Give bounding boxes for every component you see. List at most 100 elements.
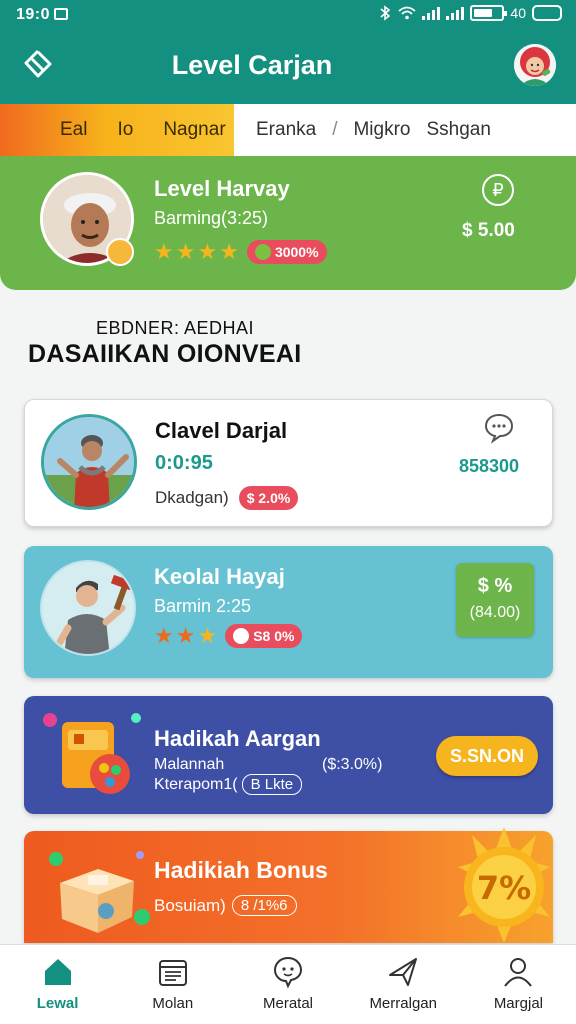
reward-card[interactable]: Hadikah Aargan Malannah Kterapom1( B Lkt… (24, 696, 553, 814)
bluetooth-icon (380, 5, 391, 21)
bonus-box-illustration-icon (49, 851, 150, 933)
star-icon: ★ (175, 623, 196, 648)
home-icon (44, 959, 71, 985)
section-heading: DASAIIKAN OIONVEAI (28, 340, 302, 368)
nav-item-chat[interactable]: Meratal (230, 945, 345, 1024)
card-badge-text: S8 0% (253, 628, 295, 644)
category-item[interactable]: Eal (60, 119, 87, 141)
category-item[interactable]: Migkro (353, 119, 410, 141)
card-discount-badge: $ 2.0% (238, 486, 299, 510)
gift-box-illustration-icon (43, 713, 141, 794)
category-highlight: Eal Io Nagnar (0, 104, 234, 156)
battery-outline-icon (532, 5, 562, 21)
card-subtitle: Bosuiam) (154, 895, 226, 915)
nav-label: Merralgan (369, 995, 437, 1012)
category-separator: / (332, 119, 338, 140)
category-list: Eranka / Migkro Sshgan (234, 104, 576, 156)
star-icon: ★ (197, 239, 218, 264)
card-amount: 858300 (459, 456, 520, 476)
worker-illustration-icon (42, 562, 134, 654)
page-title: Level Carjan (171, 50, 333, 80)
card-discount-badge: S8 0% (225, 624, 303, 648)
wifi-icon (398, 6, 417, 20)
bottom-nav: Lewal Molan Meratal Merralgan Margjal (0, 944, 576, 1024)
battery-icon (470, 5, 508, 21)
card-tag: B Lkte (241, 774, 303, 795)
category-item[interactable]: Eranka (256, 119, 316, 141)
nav-label: Meratal (262, 995, 314, 1012)
card-photo (41, 414, 137, 510)
nav-item-home[interactable]: Lewal (0, 945, 115, 1024)
status-bar: 19:0 40 (0, 0, 576, 30)
profile-price: $ 5.00 (462, 220, 515, 241)
sun-badge-label: 7% (477, 869, 531, 907)
price-box-top: $ % (477, 575, 513, 597)
star-icon: ★ (197, 623, 218, 648)
profile-rating: ★ ★ ★ ★ 3000% (154, 240, 327, 264)
card-title: Clavel Darjal (155, 418, 288, 443)
profile-card[interactable]: Level Harvay Barming(3:25) ★ ★ ★ ★ 3000%… (0, 156, 576, 290)
sun-badge-icon[interactable]: 7% (412, 827, 552, 943)
card-rating: ★ ★ ★ S8 0% (154, 623, 303, 648)
card-line-2-text: Kterapom1( (154, 775, 238, 793)
price-box-bottom: (84.00) (469, 604, 521, 621)
card-title: Hadikiah Bonus (154, 857, 328, 883)
flower-icon (233, 628, 250, 644)
coin-icon[interactable]: ₽ (482, 174, 514, 206)
nav-label: Lewal (36, 995, 79, 1012)
star-icon: ★ (175, 239, 196, 264)
signal-icon (422, 6, 441, 20)
card-subtitle: Dkadgan) (155, 488, 229, 507)
star-icon: ★ (154, 623, 174, 648)
notification-icon (54, 8, 69, 20)
card-line-2: Kterapom1( B Lkte (154, 774, 303, 795)
claim-button[interactable]: S.SN.ON (436, 736, 538, 776)
person-photo-icon (44, 417, 134, 507)
nav-item-profile[interactable]: Margjal (461, 945, 576, 1024)
app-header: 19:0 40 Level Carjan (0, 0, 576, 104)
profile-icon (504, 958, 533, 987)
nav-item-calendar[interactable]: Molan (115, 945, 230, 1024)
profile-badge-text: 3000% (274, 244, 319, 260)
bonus-card[interactable]: Hadikiah Bonus Bosuiam) 8 /1%6 7% (24, 827, 553, 943)
card-time: 0:0:95 (155, 452, 213, 474)
status-right-text: 40 (510, 5, 526, 21)
price-box[interactable]: $ % (84.00) (456, 563, 534, 637)
nav-label: Molan (152, 995, 194, 1012)
list-card[interactable]: Clavel Darjal 0:0:95 Dkadgan) $ 2.0% 858… (24, 399, 553, 527)
card-title: Hadikah Aargan (154, 726, 321, 751)
category-strip: Eal Io Nagnar Eranka / Migkro Sshgan (0, 104, 576, 156)
verified-badge-icon (106, 238, 134, 266)
card-subtitle-row: Bosuiam) 8 /1%6 (154, 895, 297, 916)
card-title: Keolal Hayaj (154, 564, 285, 589)
chat-icon[interactable] (483, 412, 515, 444)
nav-label: Margjal (493, 995, 543, 1012)
star-icon: ★ (219, 239, 239, 264)
card-subtitle: Barmin 2:25 (154, 596, 252, 616)
card-line-1: Malannah (154, 756, 225, 773)
card-tag: 8 /1%6 (231, 895, 297, 916)
category-item[interactable]: Sshgan (427, 119, 491, 141)
nav-item-send[interactable]: Merralgan (346, 945, 461, 1024)
profile-discount-badge: 3000% (246, 240, 327, 264)
list-card[interactable]: Keolal Hayaj Barmin 2:25 ★ ★ ★ S8 0% $ %… (24, 546, 553, 678)
card-photo (40, 560, 136, 656)
star-icon: ★ (154, 239, 174, 264)
status-time-text: 19:0 (16, 6, 51, 23)
status-time: 19:0 (16, 6, 69, 24)
user-avatar[interactable] (514, 44, 556, 86)
chat-icon (273, 956, 303, 989)
profile-name: Level Harvay (154, 176, 290, 201)
card-subtitle-row: Dkadgan) $ 2.0% (155, 486, 299, 510)
avatar-image-icon (514, 44, 556, 86)
status-icons: 40 (378, 5, 562, 21)
section-subheading: EBDNER: AEDHAI (96, 318, 255, 338)
card-amount: ($:3.0%) (322, 756, 383, 773)
signal-icon-2 (446, 6, 465, 20)
profile-subtitle: Barming(3:25) (154, 208, 269, 228)
category-item[interactable]: Io (117, 119, 133, 141)
category-item[interactable]: Nagnar (163, 119, 225, 141)
send-icon (389, 958, 418, 986)
flower-icon (254, 244, 271, 260)
calendar-icon (158, 960, 187, 986)
